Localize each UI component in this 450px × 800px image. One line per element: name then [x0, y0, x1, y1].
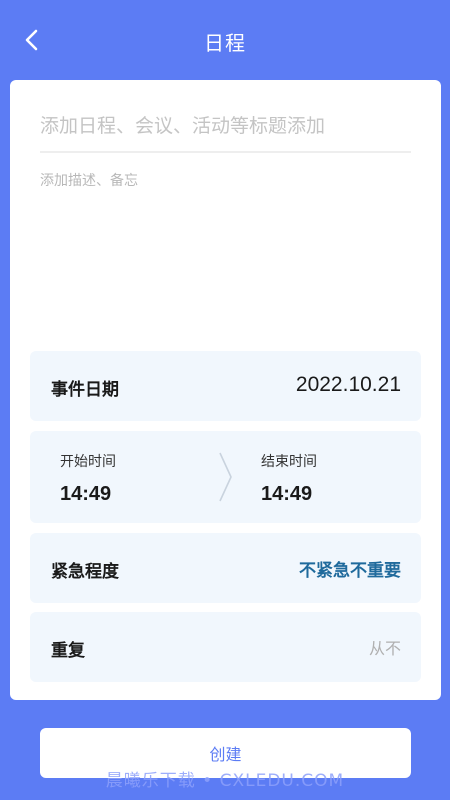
chevron-right-icon [219, 452, 232, 502]
end-time-picker[interactable]: 结束时间 14:49 [261, 451, 317, 506]
create-button[interactable]: 创建 [40, 728, 411, 778]
event-date-label: 事件日期 [51, 380, 119, 400]
repeat-value: 从不 [368, 639, 401, 658]
event-title-input[interactable] [40, 108, 410, 144]
end-time-value: 14:49 [261, 483, 313, 505]
event-date-value: 2022.10.21 [295, 373, 401, 396]
event-date-row[interactable]: 事件日期 2022.10.21 [30, 351, 421, 421]
schedule-form-card: 事件日期 2022.10.21 开始时间 14:49 结束时间 14:49 紧急… [10, 80, 441, 700]
repeat-row[interactable]: 重复 从不 [30, 612, 421, 682]
start-time-label: 开始时间 [60, 454, 116, 470]
start-time-value: 14:49 [60, 483, 112, 505]
end-time-label: 结束时间 [261, 454, 317, 470]
urgency-row[interactable]: 紧急程度 不紧急不重要 [30, 533, 421, 603]
description-textarea[interactable] [40, 170, 410, 330]
title-divider [40, 151, 411, 153]
page-title: 日程 [204, 31, 246, 55]
repeat-label: 重复 [51, 641, 85, 661]
start-time-picker[interactable]: 开始时间 14:49 [60, 451, 116, 506]
time-range-row: 开始时间 14:49 结束时间 14:49 [30, 431, 421, 523]
app-header: 日程 [0, 0, 450, 80]
urgency-label: 紧急程度 [51, 562, 119, 582]
urgency-value: 不紧急不重要 [299, 561, 401, 581]
